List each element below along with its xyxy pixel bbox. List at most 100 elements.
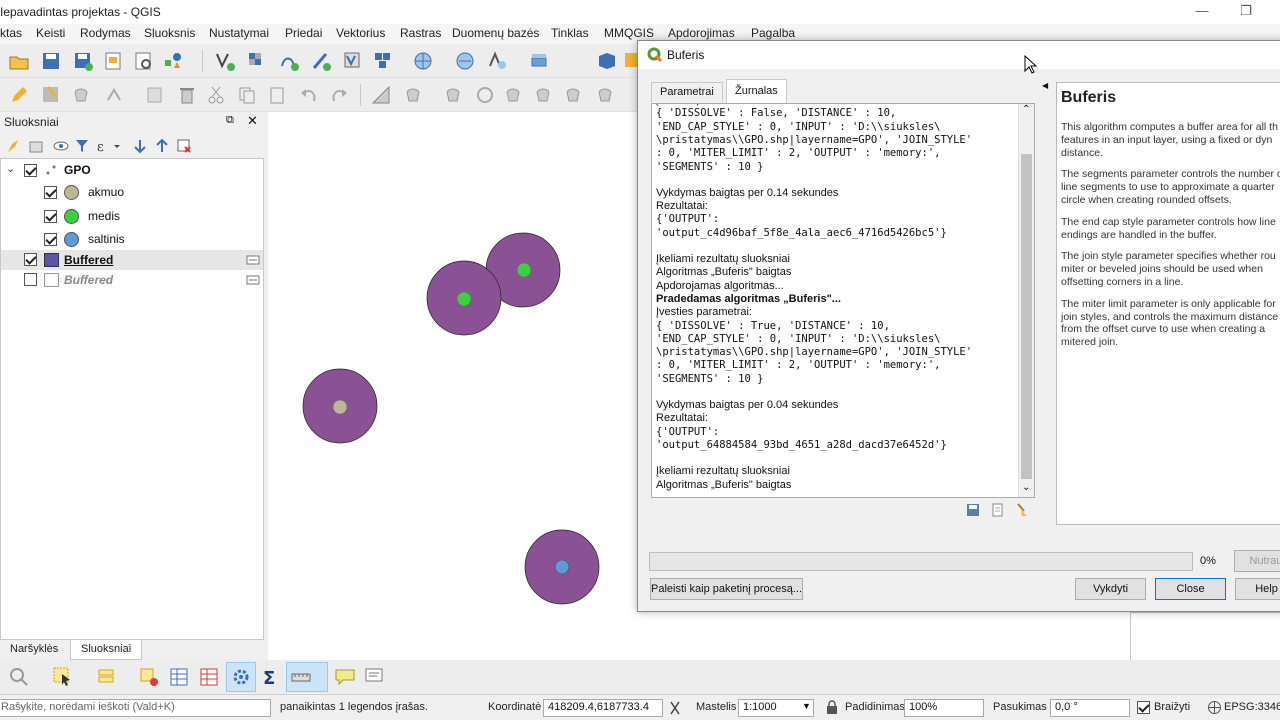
menu-web[interactable]: Tinklas — [551, 26, 589, 40]
globe-icon[interactable] — [412, 50, 434, 72]
add-raster-layer-icon[interactable] — [246, 50, 268, 72]
close-panel-icon[interactable]: ✕ — [247, 113, 258, 129]
crs-globe-icon[interactable] — [1207, 700, 1222, 715]
layer-saltinis-label[interactable]: saltinis — [88, 232, 125, 246]
map-tips-icon[interactable] — [334, 666, 356, 688]
restore-icon[interactable]: ❐ — [1236, 3, 1256, 19]
reshape-icon[interactable] — [444, 84, 466, 106]
eye-icon[interactable] — [52, 138, 70, 154]
new-layer-icon[interactable] — [454, 50, 476, 72]
run-batch-button[interactable]: Paleisti kaip paketinį procesą... — [650, 578, 803, 600]
menu-settings[interactable]: Nustatymai — [209, 26, 269, 40]
save-icon[interactable] — [40, 50, 62, 72]
digitize-icon[interactable] — [370, 84, 392, 106]
menu-raster[interactable]: Rastras — [400, 26, 441, 40]
scroll-down-icon[interactable]: ⌄ — [1022, 482, 1030, 493]
locator-search-input[interactable]: Rašykite, norėdami ieškoti (Vald+K) — [0, 699, 271, 717]
merge-features-icon[interactable] — [534, 84, 556, 106]
layer-row-selected[interactable] — [1, 250, 263, 270]
log-textarea[interactable]: Įvesties parametrai:{ 'DISSOLVE' : False… — [651, 103, 1035, 498]
processing-gear-icon[interactable] — [230, 666, 252, 688]
layer-saltinis-checkbox[interactable] — [44, 233, 57, 246]
save-as-icon[interactable] — [72, 50, 94, 72]
vertex-tool-icon[interactable] — [104, 84, 126, 106]
save-edits-icon[interactable] — [40, 84, 62, 106]
filter-icon[interactable] — [74, 138, 90, 154]
menu-vector[interactable]: Vektorius — [336, 26, 385, 40]
split-features-icon[interactable] — [504, 84, 526, 106]
scale-dropdown-icon[interactable]: ▼ — [802, 701, 811, 711]
saltinis-point[interactable] — [554, 559, 570, 575]
expand-all-icon[interactable] — [132, 138, 148, 154]
attribute-table-icon[interactable] — [168, 666, 190, 688]
menu-edit[interactable]: Keisti — [36, 26, 65, 40]
simplify-icon[interactable] — [596, 84, 618, 106]
cut-icon[interactable] — [206, 84, 228, 106]
crs-label[interactable]: EPSG:3346 — [1224, 701, 1280, 713]
layer-buffered-label[interactable]: Buffered — [64, 253, 113, 267]
toggle-extents-icon[interactable] — [668, 700, 682, 716]
menu-help[interactable]: Pagalba — [751, 26, 795, 40]
tab-browser[interactable]: Naršyklės — [0, 640, 68, 660]
collapse-all-icon[interactable] — [154, 138, 170, 154]
rotate-point-icon[interactable] — [564, 84, 586, 106]
menu-project[interactable]: ktas — [0, 26, 22, 40]
add-delimited-layer-icon[interactable] — [310, 50, 332, 72]
add-virtual-layer-icon[interactable] — [342, 50, 364, 72]
menu-view[interactable]: Rodymas — [80, 26, 131, 40]
database-icon[interactable] — [528, 50, 550, 72]
layer-akmuo-label[interactable]: akmuo — [88, 185, 124, 199]
select-by-value-icon[interactable] — [96, 666, 118, 688]
add-wfs-layer-icon[interactable] — [278, 50, 300, 72]
copy-log-icon[interactable] — [990, 502, 1006, 518]
style-manager-icon[interactable] — [162, 50, 184, 72]
add-group-icon[interactable] — [28, 138, 44, 154]
select-features-icon[interactable] — [52, 666, 74, 688]
temporary-layer-icon[interactable] — [246, 255, 260, 265]
filter-expression-icon[interactable]: ε — [96, 138, 120, 154]
field-calculator-icon[interactable] — [198, 666, 220, 688]
save-log-icon[interactable] — [965, 502, 981, 518]
temporary-layer-icon[interactable] — [246, 275, 260, 285]
menu-processing[interactable]: Apdorojimas — [668, 26, 735, 40]
measure-line-icon[interactable] — [290, 666, 312, 688]
open-folder-icon[interactable] — [8, 50, 30, 72]
scroll-up-icon[interactable]: ⌃ — [1022, 104, 1030, 115]
offset-curve-icon[interactable] — [474, 84, 496, 106]
layer-akmuo-checkbox[interactable] — [44, 186, 57, 199]
clear-log-icon[interactable] — [1014, 502, 1030, 518]
scroll-thumb[interactable] — [1021, 154, 1032, 479]
minimize-icon[interactable]: — — [1192, 3, 1212, 18]
add-feature-icon[interactable] — [72, 84, 94, 106]
edit-attributes-icon[interactable] — [144, 84, 166, 106]
layer-buffered-2-label[interactable]: Buffered — [64, 273, 113, 287]
menu-mmqgis[interactable]: MMQGIS — [604, 26, 654, 40]
undo-icon[interactable] — [298, 84, 320, 106]
collapse-arrow-icon[interactable]: ◀ — [1042, 81, 1048, 90]
delete-icon[interactable] — [176, 84, 198, 106]
log-scrollbar[interactable]: ⌃ ⌄ — [1018, 104, 1034, 497]
new-print-layout-icon[interactable] — [102, 50, 124, 72]
layer-medis-checkbox[interactable] — [44, 210, 57, 223]
float-panel-icon[interactable]: ⧉ — [226, 114, 234, 127]
menu-database[interactable]: Duomenų bazės — [452, 26, 539, 40]
remove-layer-icon[interactable] — [176, 138, 192, 154]
layout-manager-icon[interactable] — [132, 50, 154, 72]
tab-parameters[interactable]: Parametrai — [651, 82, 723, 102]
close-button[interactable]: Close — [1155, 578, 1226, 600]
rotation-spinbox[interactable]: 0,0 ° — [1050, 699, 1130, 717]
identify-icon[interactable] — [8, 666, 30, 688]
annotation-icon[interactable] — [364, 666, 386, 688]
medis-point[interactable] — [456, 291, 472, 307]
redo-icon[interactable] — [328, 84, 350, 106]
deselect-icon[interactable] — [138, 666, 160, 688]
layer-medis-label[interactable]: medis — [88, 209, 120, 223]
coordinate-field[interactable]: 418209.4,6187733.4 — [543, 699, 663, 717]
akmuo-point[interactable] — [332, 399, 348, 415]
copy-icon[interactable] — [236, 84, 258, 106]
medis-point[interactable] — [516, 262, 532, 278]
add-vector-layer-icon[interactable] — [214, 50, 236, 72]
group-gpo-checkbox[interactable] — [24, 164, 37, 177]
menu-plugins[interactable]: Priedai — [285, 26, 322, 40]
advanced-edit-icon[interactable] — [404, 84, 426, 106]
